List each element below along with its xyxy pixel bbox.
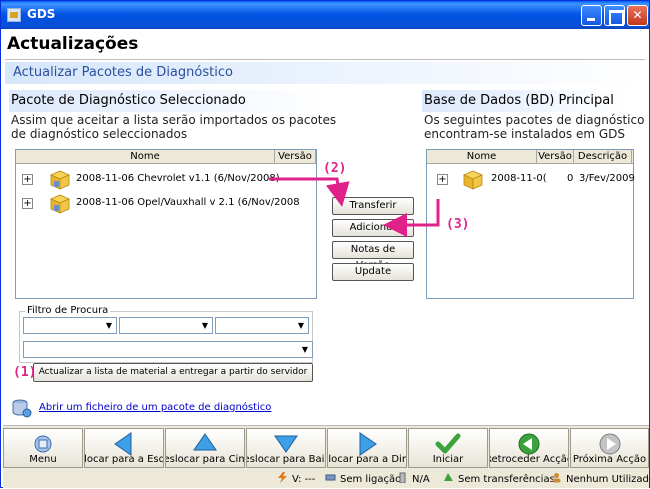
left-desc-line2: de diagnóstico seleccionados — [11, 127, 188, 141]
list-item[interactable]: + 2008-11-06 Opel/Vauxhall v 2.1 (6/Nov/… — [22, 192, 312, 216]
left-panel-description: Assim que aceitar a lista serão importad… — [11, 113, 336, 141]
move-up-button[interactable]: Deslocar para Cima — [165, 428, 245, 468]
package-name: 2008-11-06 Opel/Vauxhall v 2.1 (6/Nov/20… — [76, 197, 300, 208]
start-label: Iniciar — [432, 454, 464, 465]
page-title: Actualizações — [7, 34, 139, 54]
chevron-down-icon[interactable]: ▼ — [298, 342, 312, 357]
expand-icon[interactable]: + — [437, 174, 448, 185]
chevron-down-icon[interactable]: ▼ — [102, 318, 116, 333]
annotation-2: (2) — [323, 161, 347, 176]
connection-status: Sem ligação — [325, 472, 401, 485]
status-bar: V: --- Sem ligação N/A Sem transferência… — [3, 469, 650, 488]
user-text: Nenhum Utilizador — [566, 474, 650, 485]
expand-icon[interactable]: + — [22, 174, 33, 185]
back-icon — [518, 433, 540, 455]
gds-window: GDS ✕ Actualizações Actualizar Pacotes d… — [0, 0, 650, 488]
move-right-button[interactable]: Deslocar para a Direita — [327, 428, 407, 468]
arrow-up-icon — [193, 433, 217, 451]
close-button[interactable]: ✕ — [627, 5, 648, 26]
right-panel-title: Base de Dados (BD) Principal — [422, 90, 626, 112]
package-version: 0 — [567, 173, 574, 184]
menu-button[interactable]: Menu — [3, 428, 83, 468]
package-name: 2008-11-06 Chevrolet v1.1 (6/Nov/2008) — [76, 173, 280, 184]
filter-combo-2[interactable]: ▼ — [119, 317, 213, 334]
filter-combo-1[interactable]: ▼ — [23, 317, 117, 334]
battery-text: N/A — [412, 474, 430, 485]
package-icon — [50, 170, 70, 190]
move-right-label: Deslocar para a Direita — [328, 454, 406, 465]
move-left-button[interactable]: Deslocar para a Esquerda — [84, 428, 164, 468]
annotation-3: (3) — [446, 217, 470, 232]
release-notes-button[interactable]: Notas de Versão — [332, 241, 414, 271]
transfer-button[interactable]: Transferir — [332, 197, 414, 215]
transfer-status: Sem transferências — [443, 472, 555, 485]
package-description: 3/Fev/2009 — [579, 173, 635, 184]
chevron-down-icon[interactable]: ▼ — [294, 318, 308, 333]
voltage-text: V: --- — [292, 474, 316, 485]
arrow-left-icon — [114, 432, 132, 456]
minimize-button[interactable] — [581, 5, 602, 26]
section-title: Actualizar Pacotes de Diagnóstico — [5, 62, 645, 84]
connection-text: Sem ligação — [340, 474, 402, 485]
list-header: Nome Versão Descrição — [427, 150, 633, 164]
battery-icon — [399, 472, 406, 483]
column-header-description[interactable]: Descrição — [574, 150, 632, 163]
filter-legend: Filtro de Procura — [25, 305, 111, 316]
list-header: Nome Versão — [16, 150, 316, 164]
lightning-icon — [278, 472, 287, 483]
right-desc-line1: Os seguintes pacotes de diagnóstico — [424, 113, 645, 127]
voltage-status: V: --- — [277, 472, 315, 485]
database-icon — [12, 399, 32, 418]
left-desc-line1: Assim que aceitar a lista serão importad… — [11, 113, 337, 127]
arrow-down-icon — [274, 435, 298, 453]
chevron-down-icon[interactable]: ▼ — [198, 318, 212, 333]
app-icon — [7, 8, 21, 22]
right-panel-description: Os seguintes pacotes de diagnóstico enco… — [424, 113, 644, 141]
package-icon — [50, 194, 70, 214]
next-action-label: Próxima Acção — [572, 454, 647, 465]
package-name: 2008-11-0( — [491, 173, 547, 184]
checkmark-icon — [435, 433, 461, 454]
move-down-button[interactable]: Deslocar para Baixo — [246, 428, 326, 468]
expand-icon[interactable]: + — [22, 198, 33, 209]
column-header-version[interactable]: Versão — [537, 150, 574, 163]
move-up-label: Deslocar para Cima — [166, 454, 244, 465]
undo-action-button[interactable]: Retroceder Acção — [489, 428, 569, 468]
selected-packages-list[interactable]: Nome Versão + 2008-11-06 Chevrolet v1.1 … — [15, 149, 317, 299]
column-header-version[interactable]: Versão — [275, 150, 316, 163]
bottom-toolbar: Menu Deslocar para a Esquerda Deslocar p… — [3, 425, 649, 469]
open-package-link[interactable]: Abrir um ficheiro de um pacote de diagnó… — [39, 402, 271, 413]
next-action-button[interactable]: Próxima Acção — [570, 428, 649, 468]
column-header-name[interactable]: Nome — [427, 150, 537, 163]
left-panel-title: Pacote de Diagnóstico Seleccionado — [9, 90, 325, 112]
divider — [5, 59, 645, 60]
arrow-right-icon — [359, 432, 377, 456]
list-item[interactable]: + 2008-11-06 Chevrolet v1.1 (6/Nov/2008) — [22, 168, 312, 192]
maximize-button[interactable] — [604, 5, 625, 26]
filter-combo-4[interactable]: ▼ — [23, 341, 313, 358]
right-desc-line2: encontram-se instalados em GDS — [424, 127, 625, 141]
next-icon — [599, 433, 620, 455]
title-bar[interactable]: GDS ✕ — [1, 1, 649, 29]
add-button[interactable]: Adicionar — [332, 219, 414, 237]
connection-icon — [325, 474, 336, 481]
move-down-label: Deslocar para Baixo — [247, 454, 325, 465]
menu-icon — [34, 435, 52, 453]
update-material-list-button[interactable]: Actualizar a lista de material a entrega… — [33, 363, 313, 382]
transfer-icon — [444, 473, 453, 481]
start-button[interactable]: Iniciar — [408, 428, 488, 468]
column-header-name[interactable]: Nome — [16, 150, 275, 163]
update-button[interactable]: Update — [332, 263, 414, 281]
move-left-label: Deslocar para a Esquerda — [84, 454, 163, 465]
list-item[interactable]: + 2008-11-0( 0 3/Fev/2009 — [433, 168, 635, 192]
user-status: Nenhum Utilizador — [551, 472, 650, 485]
menu-label: Menu — [29, 454, 57, 465]
battery-status: N/A — [397, 472, 430, 485]
user-icon — [552, 473, 561, 483]
filter-combo-3[interactable]: ▼ — [215, 317, 309, 334]
undo-action-label: Retroceder Acção — [489, 454, 569, 465]
transfer-text: Sem transferências — [458, 474, 555, 485]
package-icon — [463, 170, 483, 190]
window-title: GDS — [27, 7, 56, 21]
